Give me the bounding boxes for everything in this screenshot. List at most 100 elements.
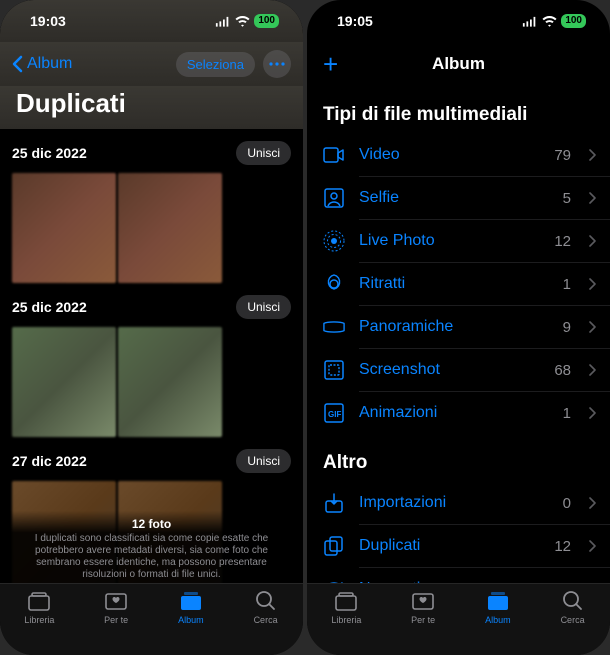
video-icon — [323, 144, 345, 166]
chevron-right-icon — [589, 235, 596, 247]
battery-indicator: 100 — [254, 14, 279, 28]
chevron-right-icon — [589, 540, 596, 552]
duplicate-group[interactable]: 25 dic 2022 Unisci — [0, 129, 303, 283]
nav-bar: Album Seleziona — [0, 42, 303, 86]
duplicates-description: I duplicati sono classificati sia come c… — [14, 533, 289, 581]
page-title: Duplicati — [0, 86, 303, 129]
selfie-icon — [323, 187, 345, 209]
row-label: Nascosti — [359, 580, 547, 583]
phone-album-list-view: 19:05 100 + Album Tipi di file multimedi… — [307, 0, 610, 655]
photo-count: 12 foto — [14, 517, 289, 531]
status-bar: 19:05 100 — [307, 0, 610, 42]
tab-bar: Libreria Per te Album Cerca — [307, 583, 610, 655]
tab-bar: Libreria Per te Album Cerca — [0, 583, 303, 655]
album-row-import[interactable]: Importazioni 0 — [307, 482, 610, 524]
chevron-right-icon — [589, 149, 596, 161]
album-row-anim[interactable]: GIFAnimazioni1 — [307, 392, 610, 434]
svg-text:GIF: GIF — [328, 410, 341, 419]
signal-icon — [522, 16, 538, 26]
album-row-hidden[interactable]: Nascosti — [307, 568, 610, 583]
chevron-left-icon — [12, 55, 23, 73]
section-media-types-title: Tipi di file multimediali — [307, 86, 610, 134]
album-row-live[interactable]: Live Photo12 — [307, 220, 610, 262]
album-row-video[interactable]: Video79 — [307, 134, 610, 176]
merge-button[interactable]: Unisci — [236, 141, 291, 165]
portrait-icon — [323, 273, 345, 295]
group-date: 25 dic 2022 — [12, 145, 87, 161]
row-label: Screenshot — [359, 361, 540, 379]
row-count: 1 — [563, 405, 571, 422]
battery-indicator: 100 — [561, 14, 586, 28]
row-count: 68 — [554, 362, 571, 379]
group-date: 27 dic 2022 — [12, 453, 87, 469]
chevron-right-icon — [589, 364, 596, 376]
pano-icon — [323, 316, 345, 338]
tab-for-you[interactable]: Per te — [103, 590, 129, 655]
row-count: 1 — [563, 276, 571, 293]
status-bar: 19:03 100 — [0, 0, 303, 42]
anim-icon: GIF — [323, 402, 345, 424]
row-count: 9 — [563, 319, 571, 336]
library-icon — [333, 590, 359, 612]
thumbnail[interactable] — [12, 173, 116, 283]
search-icon — [253, 590, 279, 612]
back-label: Album — [27, 55, 72, 73]
hidden-icon — [323, 578, 345, 583]
row-count: 12 — [554, 538, 571, 555]
album-row-screenshot[interactable]: Screenshot 68 — [307, 349, 610, 391]
row-label: Selfie — [359, 189, 549, 207]
nav-title: Album — [307, 54, 610, 74]
album-icon — [178, 590, 204, 612]
row-label: Importazioni — [359, 494, 549, 512]
tab-for-you[interactable]: Per te — [410, 590, 436, 655]
live-icon — [323, 230, 345, 252]
group-date: 25 dic 2022 — [12, 299, 87, 315]
for-you-icon — [103, 590, 129, 612]
more-button[interactable] — [263, 50, 291, 78]
duplicate-group[interactable]: 25 dic 2022 Unisci — [0, 283, 303, 437]
tab-library[interactable]: Libreria — [24, 590, 54, 655]
tab-search[interactable]: Cerca — [560, 590, 586, 655]
chevron-right-icon — [589, 407, 596, 419]
chevron-right-icon — [589, 321, 596, 333]
add-button[interactable]: + — [319, 49, 342, 80]
row-label: Panoramiche — [359, 318, 549, 336]
tab-library[interactable]: Libreria — [331, 590, 361, 655]
chevron-right-icon — [589, 278, 596, 290]
phone-duplicates-view: 19:03 100 Album Seleziona Duplicati — [0, 0, 303, 655]
row-count: 0 — [563, 495, 571, 512]
tab-album[interactable]: Album — [485, 590, 511, 655]
wifi-icon — [235, 16, 250, 27]
nav-bar: + Album — [307, 42, 610, 86]
merge-button[interactable]: Unisci — [236, 449, 291, 473]
row-count: 12 — [554, 233, 571, 250]
back-button[interactable]: Album — [12, 55, 72, 73]
section-other-title: Altro — [307, 434, 610, 482]
signal-icon — [215, 16, 231, 26]
album-row-dup[interactable]: Duplicati 12 — [307, 525, 610, 567]
row-count: 79 — [554, 147, 571, 164]
library-icon — [26, 590, 52, 612]
select-button[interactable]: Seleziona — [176, 52, 255, 77]
album-icon — [485, 590, 511, 612]
album-row-selfie[interactable]: Selfie5 — [307, 177, 610, 219]
screenshot-icon — [323, 359, 345, 381]
footer-info: 12 foto I duplicati sono classificati si… — [0, 511, 303, 583]
thumbnail[interactable] — [12, 327, 116, 437]
album-row-portrait[interactable]: Ritratti 1 — [307, 263, 610, 305]
ellipsis-icon — [269, 62, 285, 66]
dup-icon — [323, 535, 345, 557]
merge-button[interactable]: Unisci — [236, 295, 291, 319]
import-icon — [323, 492, 345, 514]
tab-album[interactable]: Album — [178, 590, 204, 655]
album-list-scroll[interactable]: Tipi di file multimediali Video79Selfie5… — [307, 86, 610, 583]
thumbnail[interactable] — [118, 327, 222, 437]
status-time: 19:05 — [337, 13, 373, 29]
tab-search[interactable]: Cerca — [253, 590, 279, 655]
row-label: Ritratti — [359, 275, 549, 293]
status-time: 19:03 — [30, 13, 66, 29]
search-icon — [560, 590, 586, 612]
album-row-pano[interactable]: Panoramiche 9 — [307, 306, 610, 348]
thumbnail[interactable] — [118, 173, 222, 283]
row-label: Duplicati — [359, 537, 540, 555]
